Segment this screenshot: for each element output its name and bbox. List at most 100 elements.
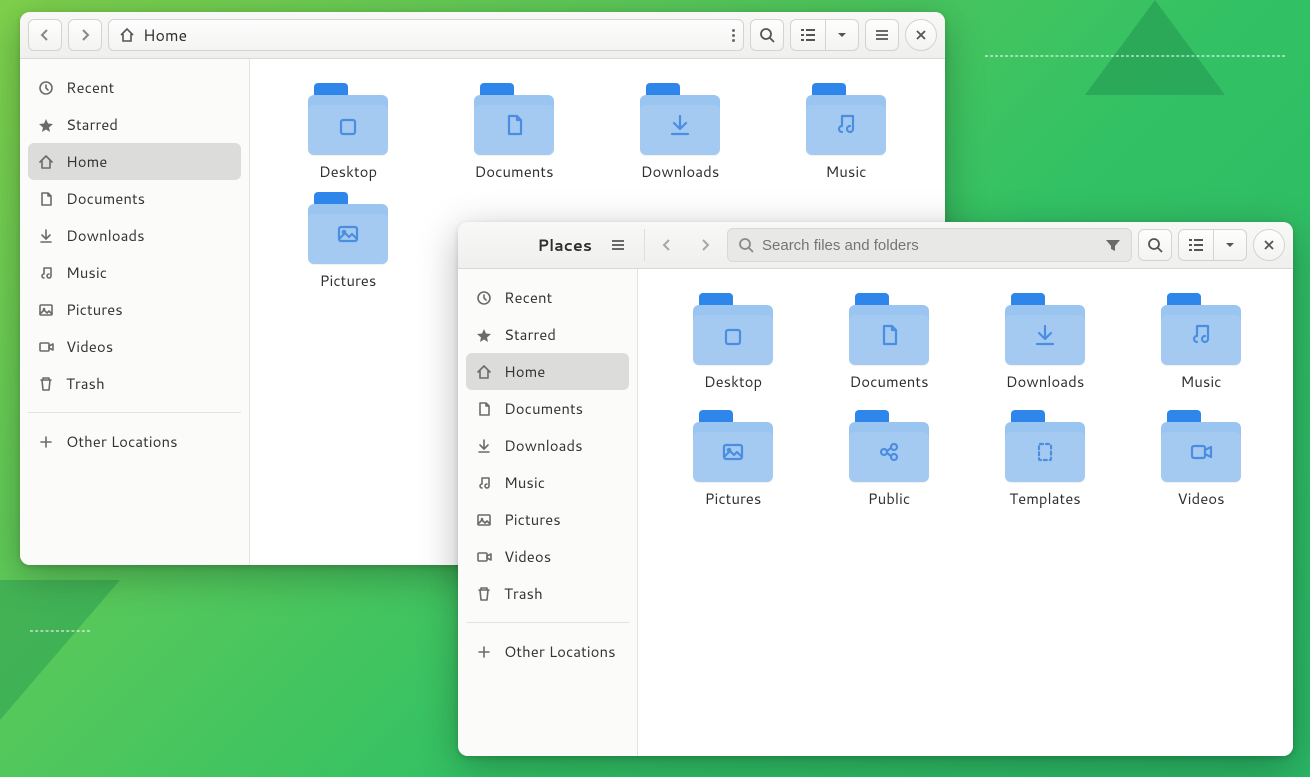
folder-label: Music [1180,371,1221,392]
close-button[interactable] [905,19,937,51]
folder-item-downloads[interactable]: Downloads [970,293,1120,392]
folder-item-pictures[interactable]: Pictures [270,192,426,291]
folder-item-desktop[interactable]: Desktop [658,293,808,392]
sidebar-item-label: Videos [66,336,113,357]
sidebar-separator [28,412,241,413]
folder-item-documents[interactable]: Documents [436,83,592,182]
sidebar-item-label: Downloads [504,435,583,456]
folder-icon [1161,293,1241,365]
forward-button[interactable] [689,229,721,261]
sidebar-item-pictures[interactable]: Pictures [466,501,629,538]
sidebar-item-label: Home [66,151,107,172]
folder-label: Downloads [641,161,720,182]
titlebar: Places [458,222,1293,269]
sidebar-hamburger-button[interactable] [602,229,634,261]
sidebar-item-label: Other Locations [504,641,616,662]
sidebar-item-music[interactable]: Music [28,254,241,291]
view-switcher [790,19,859,51]
folder-item-music[interactable]: Music [768,83,924,182]
home-icon [38,154,54,170]
hamburger-menu-button[interactable] [865,19,899,51]
sidebar-item-downloads[interactable]: Downloads [28,217,241,254]
sidebar-item-label: Music [66,262,107,283]
folder-label: Documents [474,161,553,182]
sidebar-item-label: Documents [66,188,145,209]
sidebar-separator [466,622,629,623]
folder-label: Pictures [320,270,377,291]
sidebar-item-other-locations[interactable]: Other Locations [466,633,629,670]
sidebar-item-label: Other Locations [66,431,178,452]
folder-item-documents[interactable]: Documents [814,293,964,392]
sidebar: Recent Starred Home Documents Downloads … [458,269,638,756]
wallpaper-triangle [1085,0,1225,95]
folder-item-desktop[interactable]: Desktop [270,83,426,182]
folder-label: Public [868,488,910,509]
folder-icon [1005,410,1085,482]
folder-item-music[interactable]: Music [1126,293,1276,392]
plus-icon [476,644,492,660]
folder-item-templates[interactable]: Templates [970,410,1120,509]
sidebar-item-label: Home [504,361,545,382]
folder-icon [1161,410,1241,482]
folder-label: Videos [1177,488,1224,509]
sidebar-item-recent[interactable]: Recent [466,279,629,316]
places-title: Places [537,234,602,257]
sidebar-item-label: Trash [66,373,105,394]
video-icon [38,339,54,355]
close-button[interactable] [1253,229,1285,261]
search-button[interactable] [1138,229,1172,261]
folder-icon [806,83,886,155]
folder-label: Templates [1009,488,1080,509]
folder-item-videos[interactable]: Videos [1126,410,1276,509]
sidebar-item-starred[interactable]: Starred [28,106,241,143]
sidebar-item-music[interactable]: Music [466,464,629,501]
view-options-dropdown[interactable] [1214,229,1247,261]
search-field[interactable] [727,228,1132,262]
sidebar-item-label: Documents [504,398,583,419]
sidebar-item-starred[interactable]: Starred [466,316,629,353]
sidebar-item-other-locations[interactable]: Other Locations [28,423,241,460]
pathbar[interactable]: Home [108,19,744,51]
trash-icon [38,376,54,392]
sidebar-item-videos[interactable]: Videos [28,328,241,365]
home-icon [119,27,135,43]
sidebar-item-downloads[interactable]: Downloads [466,427,629,464]
folder-item-downloads[interactable]: Downloads [602,83,758,182]
folder-item-public[interactable]: Public [814,410,964,509]
filter-icon[interactable] [1105,237,1121,253]
search-input[interactable] [762,237,1097,254]
clock-icon [476,290,492,306]
forward-button[interactable] [68,19,102,51]
sidebar-item-recent[interactable]: Recent [28,69,241,106]
sidebar: Recent Starred Home Documents Downloads … [20,59,250,565]
sidebar-item-pictures[interactable]: Pictures [28,291,241,328]
sidebar-item-trash[interactable]: Trash [466,575,629,612]
download-icon [38,228,54,244]
folder-icon [849,293,929,365]
back-button[interactable] [651,229,683,261]
sidebar-item-label: Recent [66,77,114,98]
search-button[interactable] [750,19,784,51]
sidebar-item-documents[interactable]: Documents [28,180,241,217]
search-icon [738,237,754,253]
path-label: Home [143,24,187,47]
folder-label: Pictures [705,488,762,509]
view-options-dropdown[interactable] [826,19,859,51]
sidebar-item-home[interactable]: Home [466,353,629,390]
sidebar-item-label: Trash [504,583,543,604]
sidebar-item-label: Downloads [66,225,145,246]
content-area[interactable]: Desktop Documents Downloads Music Pictur… [638,269,1293,756]
back-button[interactable] [28,19,62,51]
list-view-button[interactable] [790,19,826,51]
sidebar-item-home[interactable]: Home [28,143,241,180]
folder-item-pictures[interactable]: Pictures [658,410,808,509]
doc-icon [476,401,492,417]
sidebar-item-label: Pictures [66,299,123,320]
folder-icon [1005,293,1085,365]
sidebar-item-documents[interactable]: Documents [466,390,629,427]
pathbar-more-icon[interactable] [732,29,735,42]
sidebar-item-trash[interactable]: Trash [28,365,241,402]
list-view-button[interactable] [1178,229,1214,261]
sidebar-item-videos[interactable]: Videos [466,538,629,575]
view-switcher [1178,229,1247,261]
